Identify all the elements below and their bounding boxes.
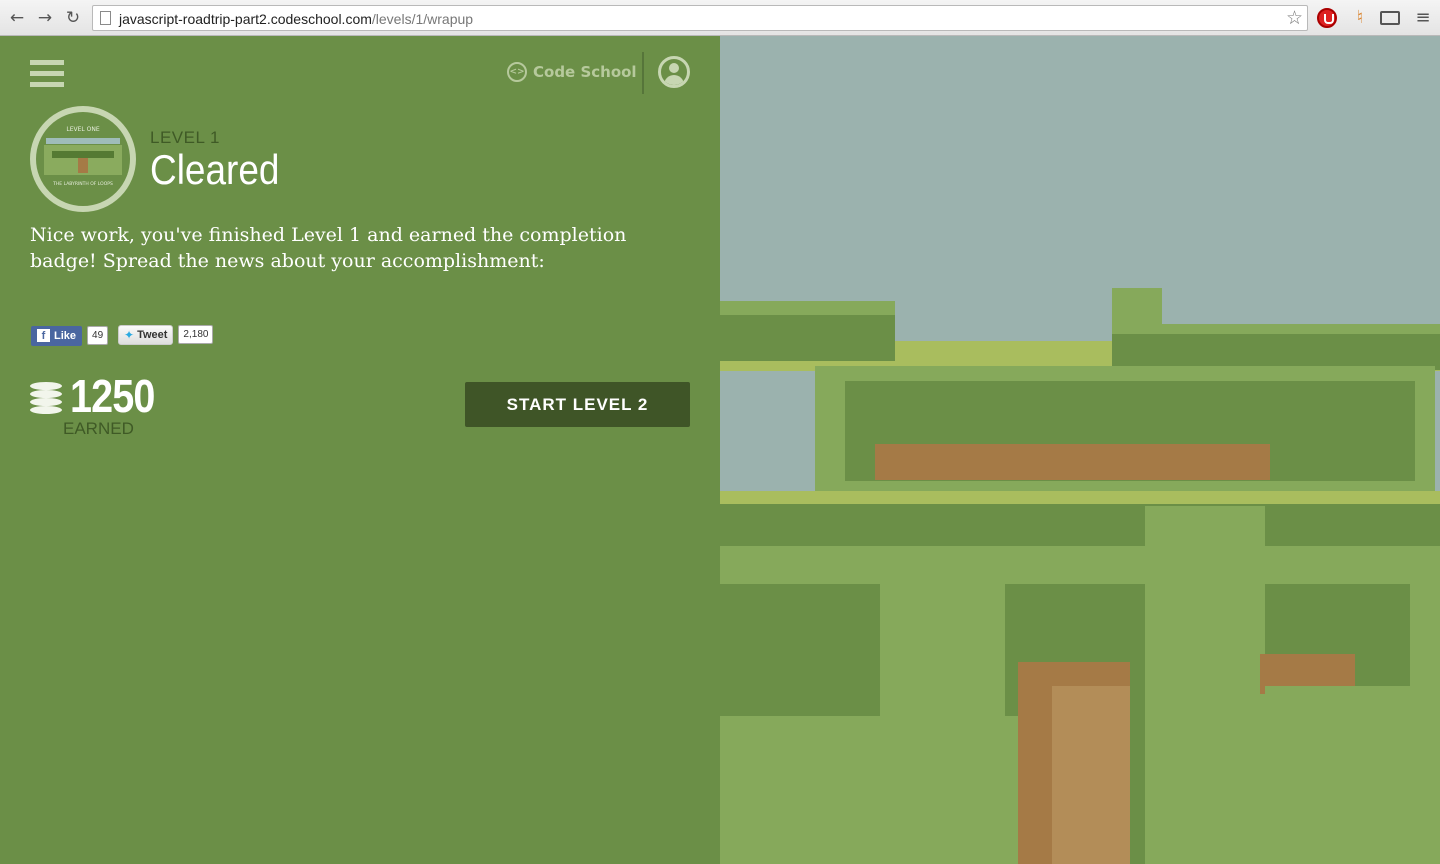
extension-icon[interactable] (1317, 8, 1337, 28)
facebook-like-widget[interactable]: f Like 49 (31, 325, 109, 346)
hamburger-menu-icon[interactable] (30, 60, 64, 88)
hedge-right-top (1112, 330, 1440, 370)
tweet-label: Tweet (137, 328, 168, 341)
start-level-2-button[interactable]: START LEVEL 2 (465, 382, 690, 427)
back-arrow-icon[interactable]: ← (6, 7, 28, 29)
coin-stack-icon (30, 382, 64, 414)
cast-icon[interactable] (1380, 11, 1400, 25)
page-title: Cleared (150, 146, 280, 193)
url-host: javascript-roadtrip-part2.codeschool.com (119, 11, 372, 27)
tool-extension-icon[interactable]: ♮ (1350, 8, 1370, 28)
tweet-button[interactable]: ✦ Tweet (118, 324, 174, 345)
address-bar[interactable]: javascript-roadtrip-part2.codeschool.com… (92, 5, 1308, 31)
maze-illustration (720, 36, 1440, 864)
level-badge: LEVEL ONE THE LABYRINTH OF LOOPS (30, 106, 136, 212)
reload-icon[interactable]: ↻ (62, 7, 84, 29)
completion-message: Nice work, you've finished Level 1 and e… (30, 224, 627, 272)
facebook-like-count: 49 (87, 326, 109, 345)
brand-name: Code School (533, 63, 637, 81)
dirt-path-back (875, 444, 1270, 480)
browser-toolbar: ← → ↻ javascript-roadtrip-part2.codescho… (0, 0, 1440, 36)
points-earned-label: EARNED (63, 419, 134, 438)
header-divider (642, 52, 644, 94)
level-label: LEVEL 1 (150, 128, 220, 147)
twitter-bird-icon: ✦ (124, 327, 135, 342)
twitter-tweet-widget[interactable]: ✦ Tweet 2,180 (118, 324, 214, 345)
url-text[interactable]: javascript-roadtrip-part2.codeschool.com… (119, 11, 473, 27)
maze-icon (44, 145, 122, 175)
page-icon (100, 11, 111, 25)
code-brackets-icon: <> (507, 62, 527, 82)
facebook-icon: f (37, 329, 50, 342)
code-school-logo[interactable]: <> Code School (507, 62, 637, 82)
facebook-like-label: Like (54, 329, 77, 342)
facebook-like-button[interactable]: f Like (31, 325, 83, 346)
tweet-count: 2,180 (178, 325, 214, 344)
wrapup-panel: <> Code School LEVEL ONE THE LABYRINTH O… (0, 36, 720, 864)
url-path: /levels/1/wrapup (371, 11, 474, 27)
menu-icon[interactable]: ≡ (1413, 8, 1433, 28)
hedge-crossbar (720, 546, 1440, 586)
points-value: 1250 (70, 370, 155, 422)
bookmark-star-icon[interactable]: ☆ (1286, 7, 1303, 29)
hedge-bottom-right (1265, 686, 1440, 864)
hedge-column-left (880, 556, 1005, 864)
badge-top-text: LEVEL ONE (66, 126, 100, 133)
hedge-column-right (1145, 506, 1265, 864)
badge-bottom-text: THE LABYRINTH OF LOOPS (53, 182, 113, 187)
forward-arrow-icon[interactable]: → (34, 7, 56, 29)
user-icon[interactable] (658, 56, 690, 88)
